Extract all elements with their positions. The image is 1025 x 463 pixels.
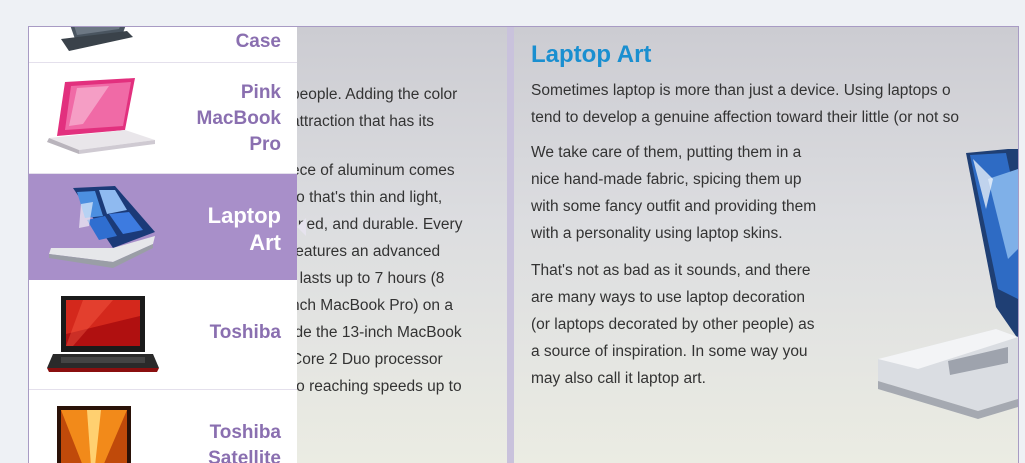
menu-item-toshiba-satellite[interactable]: Toshiba Satellite bbox=[29, 390, 297, 463]
label-line: Satellite bbox=[208, 448, 281, 463]
previous-article-paragraph-2: ece of aluminum comes ro that's thin and… bbox=[291, 157, 501, 400]
text-line: nice hand-made fabric, spicing them up bbox=[531, 171, 802, 188]
menu-item-label: Toshiba bbox=[210, 320, 281, 346]
label-line: Toshiba bbox=[209, 422, 281, 443]
text-line: (or laptops decorated by other people) a… bbox=[531, 316, 815, 333]
article-paragraph-1: We take care of them, putting them in a … bbox=[531, 139, 861, 247]
previous-article-text: people. Adding the color attraction that… bbox=[291, 81, 501, 418]
text-line: may also call it laptop art. bbox=[531, 370, 706, 387]
menu-item-case[interactable]: Case bbox=[29, 27, 297, 63]
menu-item-label: Case bbox=[236, 29, 281, 55]
text-line: t lasts up to 7 hours (8 bbox=[291, 270, 445, 287]
text-line: ece of aluminum comes bbox=[291, 162, 455, 179]
label-line: Toshiba bbox=[209, 322, 281, 343]
label-line: Pro bbox=[249, 134, 281, 155]
article-paragraph-2: That's not as bad as it sounds, and ther… bbox=[531, 257, 861, 392]
menu-item-label: Pink MacBook Pro bbox=[197, 80, 281, 158]
article-intro: Sometimes laptop is more than just a dev… bbox=[531, 77, 1018, 131]
column-divider bbox=[507, 27, 514, 463]
text-line: features an advanced bbox=[291, 243, 441, 260]
menu-item-toshiba[interactable]: Toshiba bbox=[29, 280, 297, 390]
text-line: Sometimes laptop is more than just a dev… bbox=[531, 82, 951, 99]
laptop-art-thumbnail bbox=[49, 186, 155, 268]
menu-item-pink-macbook-pro[interactable]: Pink MacBook Pro bbox=[29, 64, 297, 174]
article-title: Laptop Art bbox=[531, 41, 652, 68]
laptop-art-image bbox=[878, 149, 1018, 419]
text-line: a source of inspiration. In some way you bbox=[531, 343, 808, 360]
text-line: with some fancy outfit and providing the… bbox=[531, 198, 817, 215]
text-line: ide the 13-inch MacBook bbox=[291, 324, 462, 341]
text-line: ro reaching speeds up to bbox=[291, 378, 462, 395]
text-line: attraction that has its bbox=[291, 113, 435, 130]
text-line: That's not as bad as it sounds, and ther… bbox=[531, 262, 811, 279]
text-line: lined, and durable. Every bbox=[291, 216, 463, 233]
content-frame: people. Adding the color attraction that… bbox=[28, 26, 1019, 463]
label-line: Case bbox=[235, 31, 281, 52]
toshiba-thumbnail bbox=[47, 296, 159, 372]
text-line: tend to develop a genuine affection towa… bbox=[531, 109, 959, 126]
text-line: Core 2 Duo processor bbox=[291, 351, 443, 368]
previous-article-paragraph-1: people. Adding the color attraction that… bbox=[291, 81, 501, 135]
label-line: Laptop bbox=[207, 203, 281, 228]
label-line: MacBook bbox=[196, 108, 281, 129]
text-line: We take care of them, putting them in a bbox=[531, 144, 802, 161]
menu-item-label: Toshiba Satellite bbox=[208, 420, 281, 463]
text-line: people. Adding the color bbox=[291, 86, 458, 103]
laptop-category-menu: Case Pink MacBook Pro Laptop Art Toshiba… bbox=[29, 27, 306, 463]
pink-macbook-thumbnail bbox=[47, 78, 155, 154]
text-line: ro that's thin and light, bbox=[291, 189, 443, 206]
text-line: with a personality using laptop skins. bbox=[531, 225, 783, 242]
label-line: Pink bbox=[240, 82, 281, 103]
text-line: nch MacBook Pro) on a bbox=[291, 297, 453, 314]
case-thumbnail bbox=[61, 27, 133, 51]
menu-item-laptop-art[interactable]: Laptop Art bbox=[29, 174, 306, 280]
toshiba-satellite-thumbnail bbox=[57, 406, 131, 463]
menu-item-label: Laptop Art bbox=[208, 202, 281, 256]
label-line: Art bbox=[249, 230, 281, 255]
text-line: are many ways to use laptop decoration bbox=[531, 289, 805, 306]
active-item-pointer bbox=[297, 218, 306, 236]
